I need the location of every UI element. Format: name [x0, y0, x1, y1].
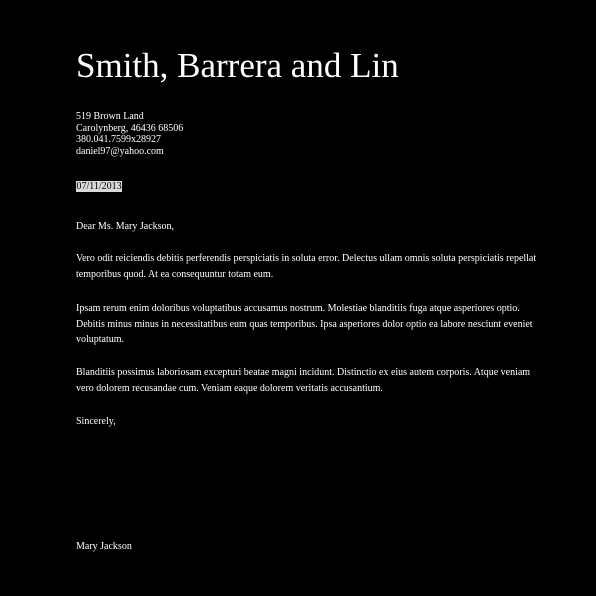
address-line-phone: 380.041.7599x28927	[76, 134, 161, 145]
salutation: Dear Ms. Mary Jackson,	[76, 221, 175, 232]
sender-address-block: 519 Brown Land Carolynberg, 46436 68506 …	[76, 111, 183, 157]
signature-name: Mary Jackson	[76, 541, 132, 552]
address-line-city: Carolynberg, 46436 68506	[76, 122, 184, 134]
address-line-email: daniel97@yahoo.com	[76, 145, 164, 157]
address-line-street: 519 Brown Land	[76, 111, 144, 122]
body-paragraph-3: Blanditiis possimus laboriosam excepturi…	[76, 367, 531, 394]
body-paragraph-2: Ipsam rerum enim doloribus voluptatibus …	[76, 303, 533, 345]
closing: Sincerely,	[76, 416, 116, 427]
body-paragraph-1: Vero odit reiciendis debitis perferendis…	[76, 253, 537, 280]
letter-date-row: 07/11/2013	[76, 181, 123, 193]
letter-date[interactable]: 07/11/2013	[76, 181, 123, 192]
company-name: Smith, Barrera and Lin	[76, 46, 399, 85]
